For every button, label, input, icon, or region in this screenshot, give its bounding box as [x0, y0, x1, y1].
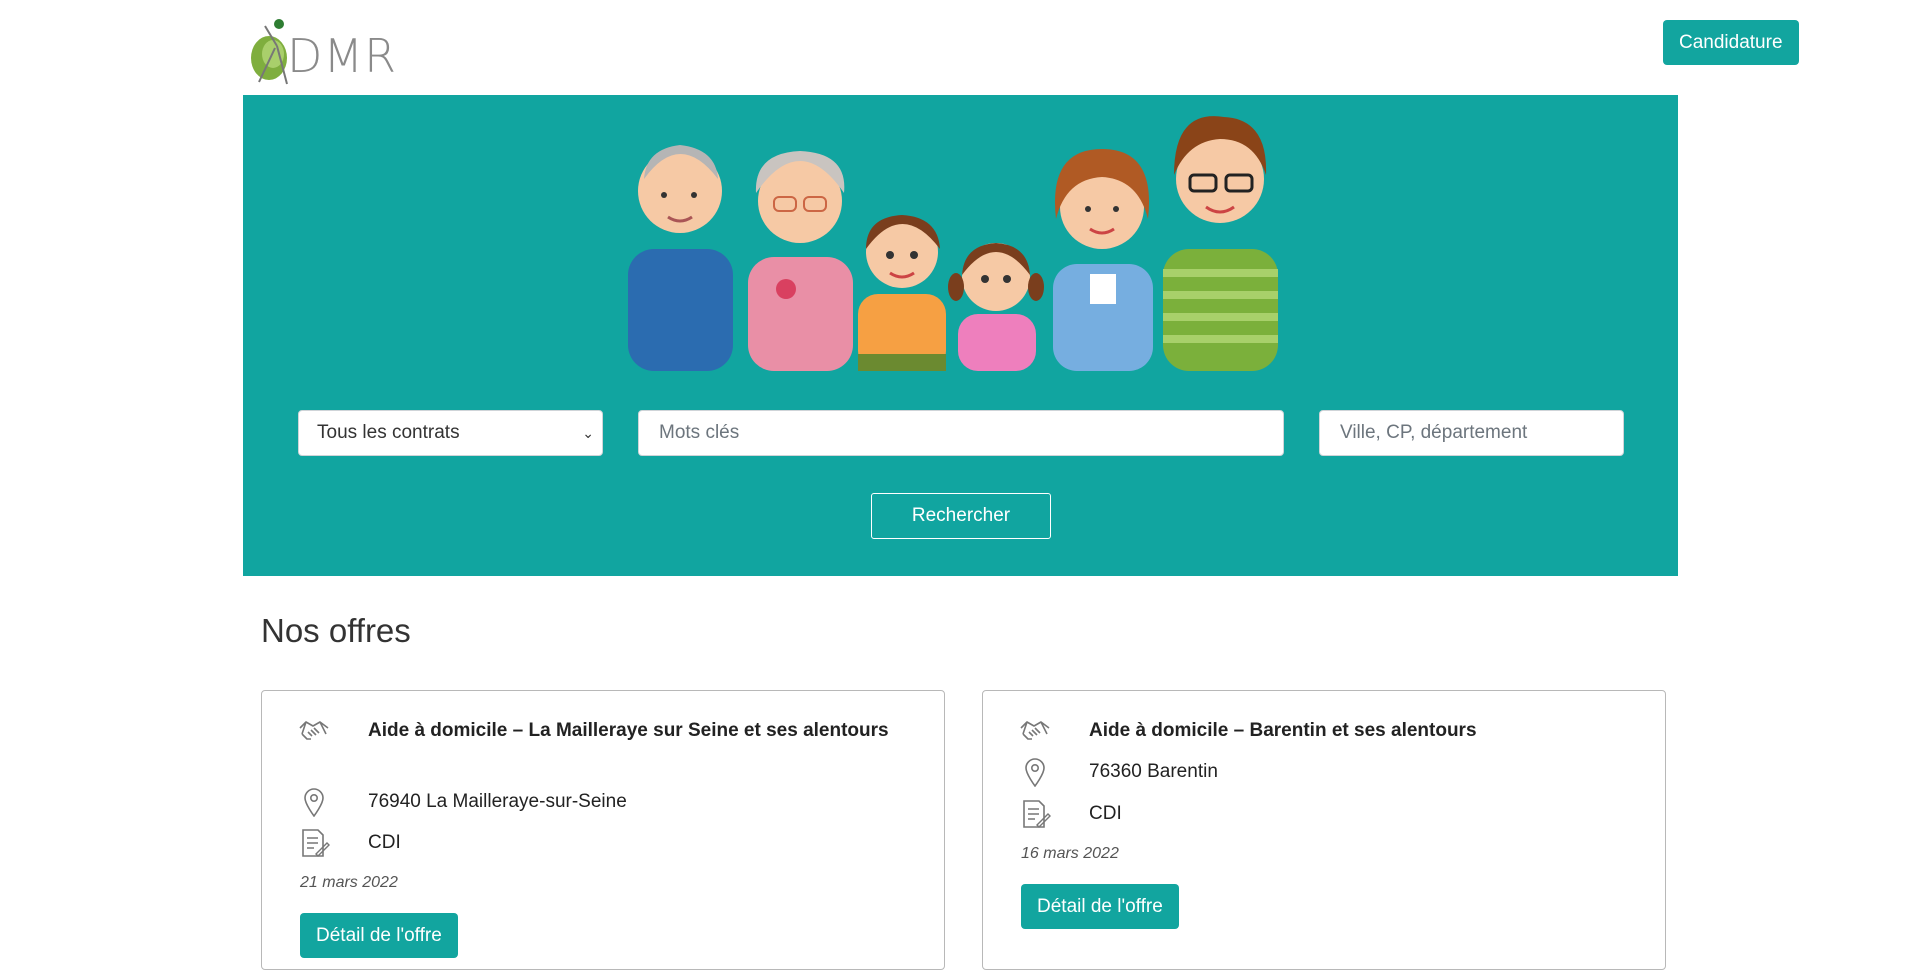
site-header: DMR Candidature spontanée: [243, 0, 1799, 98]
location-input[interactable]: [1319, 410, 1624, 456]
offer-contract: CDI: [1089, 803, 1122, 824]
offer-card: Aide à domicile – Barentin et ses alento…: [982, 690, 1666, 970]
spontaneous-application-button[interactable]: Candidature spontanée: [1663, 20, 1799, 98]
chevron-down-icon: ⌄: [582, 425, 594, 441]
keywords-input[interactable]: [638, 410, 1284, 456]
map-pin-icon: [1025, 758, 1045, 787]
offer-title[interactable]: Aide à domicile – La Mailleraye sur Sein…: [368, 716, 914, 745]
handshake-icon: [299, 721, 329, 740]
offer-date: 16 mars 2022: [1021, 845, 1119, 862]
handshake-icon: [1020, 721, 1050, 740]
family-illustration: [628, 116, 1278, 371]
contract-icon: [302, 829, 330, 857]
offer-card: Aide à domicile – La Mailleraye sur Sein…: [261, 690, 945, 970]
offer-detail-button[interactable]: Détail de l'offre: [300, 913, 458, 958]
contract-type-select[interactable]: Tous les contrats ⌄: [298, 410, 603, 456]
offer-title[interactable]: Aide à domicile – Barentin et ses alento…: [1089, 716, 1635, 745]
admr-logo[interactable]: DMR: [247, 16, 397, 86]
offers-title: Nos offres: [261, 612, 411, 649]
contract-type-value: Tous les contrats: [317, 422, 460, 443]
map-pin-icon: [304, 788, 324, 817]
offer-location: 76360 Barentin: [1089, 761, 1218, 782]
offer-location: 76940 La Mailleraye-sur-Seine: [368, 791, 627, 812]
search-button[interactable]: Rechercher: [871, 493, 1051, 539]
offer-date: 21 mars 2022: [300, 874, 398, 891]
contract-icon: [1023, 800, 1051, 828]
search-hero: Tous les contrats ⌄ Rechercher: [243, 95, 1678, 576]
offer-contract: CDI: [368, 832, 401, 853]
offer-detail-button[interactable]: Détail de l'offre: [1021, 884, 1179, 929]
logo-text: DMR: [287, 29, 398, 83]
